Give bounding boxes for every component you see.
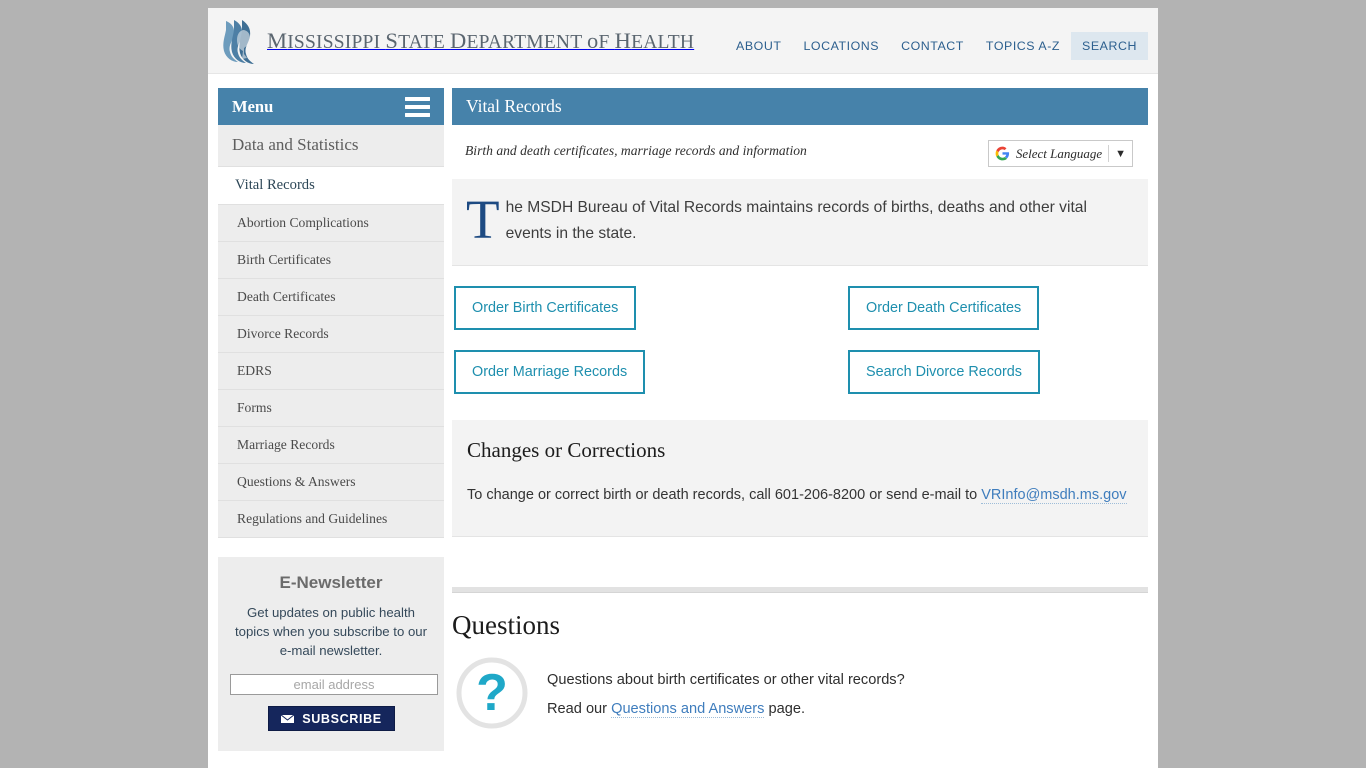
sidebar-section-title: Data and Statistics bbox=[218, 125, 444, 167]
questions-text-block: Questions about birth certificates or ot… bbox=[547, 657, 905, 726]
questions-line-2: Read our Questions and Answers page. bbox=[547, 697, 905, 722]
questions-section: Questions ? Questions about birth certif… bbox=[452, 593, 1148, 729]
translate-selected-language: Select Language bbox=[1015, 145, 1103, 161]
questions-line-2-suffix: page. bbox=[764, 701, 805, 717]
sidebar-item-label[interactable]: Forms bbox=[218, 390, 444, 427]
changes-corrections-heading: Changes or Corrections bbox=[467, 438, 666, 462]
changes-corrections-body: To change or correct birth or death reco… bbox=[467, 483, 1130, 508]
search-divorce-records-button[interactable]: Search Divorce Records bbox=[848, 350, 1040, 394]
chevron-down-icon[interactable]: ▼ bbox=[1115, 148, 1129, 160]
google-logo-icon bbox=[995, 146, 1009, 161]
newsletter-email-input[interactable] bbox=[230, 674, 438, 695]
changes-corrections-panel: Changes or Corrections To change or corr… bbox=[452, 420, 1148, 537]
sidebar-menu-label: Menu bbox=[232, 96, 274, 116]
nav-item-contact[interactable]: CONTACT bbox=[890, 32, 975, 60]
sidebar-item-divorce-records[interactable]: Divorce Records bbox=[218, 316, 444, 353]
hamburger-icon[interactable] bbox=[405, 96, 430, 117]
main-content: Vital Records Birth and death certificat… bbox=[452, 88, 1148, 729]
questions-line-2-prefix: Read our bbox=[547, 701, 612, 717]
nav-item-topics-a-z[interactable]: TOPICS A-Z bbox=[975, 32, 1071, 60]
site-header: MISSISSIPPI STATE DEPARTMENT oF HEALTH A… bbox=[208, 8, 1158, 74]
sidebar-item-edrs[interactable]: EDRS bbox=[218, 353, 444, 390]
newsletter-signup: E-Newsletter Get updates on public healt… bbox=[218, 557, 444, 751]
newsletter-description: Get updates on public health topics when… bbox=[234, 605, 428, 658]
site-logo-link[interactable]: MISSISSIPPI STATE DEPARTMENT oF HEALTH bbox=[222, 18, 694, 64]
sidebar-item-death-certificates[interactable]: Death Certificates bbox=[218, 279, 444, 316]
intro-paragraph: The MSDH Bureau of Vital Records maintai… bbox=[466, 189, 1132, 250]
envelope-icon bbox=[280, 713, 296, 724]
order-birth-certificates-button[interactable]: Order Birth Certificates bbox=[454, 286, 637, 330]
sidebar-item-vital-records[interactable]: Vital Records bbox=[218, 167, 444, 205]
subheading-row: Birth and death certificates, marriage r… bbox=[452, 125, 1148, 177]
newsletter-title: E-Newsletter bbox=[279, 573, 383, 592]
nav-item-search[interactable]: SEARCH bbox=[1071, 32, 1148, 60]
order-death-certificates-button[interactable]: Order Death Certificates bbox=[848, 286, 1040, 330]
questions-line-1: Questions about birth certificates or ot… bbox=[547, 672, 905, 688]
sidebar-item-forms[interactable]: Forms bbox=[218, 390, 444, 427]
intro-panel: The MSDH Bureau of Vital Records maintai… bbox=[452, 179, 1148, 266]
sidebar-item-label[interactable]: Abortion Complications bbox=[218, 205, 444, 242]
msdh-logo-icon bbox=[223, 20, 254, 64]
nav-item-locations[interactable]: LOCATIONS bbox=[792, 32, 890, 60]
svg-text:?: ? bbox=[476, 664, 508, 722]
sidebar-menu-toggle[interactable]: Menu bbox=[218, 88, 444, 125]
questions-row: ? Questions about birth certificates or … bbox=[452, 657, 1148, 729]
sidebar-item-label[interactable]: EDRS bbox=[218, 353, 444, 390]
sidebar: Menu Data and Statistics Vital Records A… bbox=[218, 88, 444, 751]
sidebar-item-marriage-records[interactable]: Marriage Records bbox=[218, 427, 444, 464]
questions-heading: Questions bbox=[452, 610, 560, 640]
action-button-grid: Order Birth Certificates Order Death Cer… bbox=[452, 266, 1148, 394]
sidebar-item-label[interactable]: Birth Certificates bbox=[218, 242, 444, 279]
intro-text: he MSDH Bureau of Vital Records maintain… bbox=[505, 199, 1087, 242]
google-translate-widget[interactable]: Select Language ▼ bbox=[987, 140, 1133, 167]
sidebar-item-birth-certificates[interactable]: Birth Certificates bbox=[218, 242, 444, 279]
sidebar-item-questions-answers[interactable]: Questions & Answers bbox=[218, 464, 444, 501]
sidebar-item-label[interactable]: Divorce Records bbox=[218, 316, 444, 353]
page-title: Vital Records bbox=[466, 96, 562, 116]
nav-item-about[interactable]: ABOUT bbox=[725, 32, 792, 60]
newsletter-subscribe-label: SUBSCRIBE bbox=[302, 711, 382, 726]
sidebar-item-regulations-and-guidelines[interactable]: Regulations and Guidelines bbox=[218, 501, 444, 538]
questions-and-answers-link[interactable]: Questions and Answers bbox=[611, 701, 765, 718]
translate-separator bbox=[1108, 145, 1110, 162]
page-subtitle: Birth and death certificates, marriage r… bbox=[465, 143, 807, 158]
sidebar-item-label[interactable]: Questions & Answers bbox=[218, 464, 444, 501]
sidebar-item-label[interactable]: Vital Records bbox=[218, 167, 444, 205]
newsletter-subscribe-button[interactable]: SUBSCRIBE bbox=[267, 706, 395, 731]
site-brand-text: MISSISSIPPI STATE DEPARTMENT oF HEALTH bbox=[267, 28, 695, 53]
sidebar-nav-list: Vital Records Abortion Complications Bir… bbox=[218, 167, 444, 538]
sidebar-item-label[interactable]: Regulations and Guidelines bbox=[218, 501, 444, 538]
question-mark-icon: ? bbox=[456, 657, 528, 729]
order-marriage-records-button[interactable]: Order Marriage Records bbox=[454, 350, 646, 394]
changes-corrections-text: To change or correct birth or death reco… bbox=[467, 487, 982, 503]
intro-dropcap: T bbox=[466, 189, 500, 250]
sidebar-item-label[interactable]: Marriage Records bbox=[218, 427, 444, 464]
sidebar-item-abortion-complications[interactable]: Abortion Complications bbox=[218, 205, 444, 242]
sidebar-item-label[interactable]: Death Certificates bbox=[218, 279, 444, 316]
page-container: MISSISSIPPI STATE DEPARTMENT oF HEALTH A… bbox=[208, 8, 1158, 768]
vital-records-email-link[interactable]: VRInfo@msdh.ms.gov bbox=[981, 487, 1127, 504]
page-banner: Vital Records bbox=[452, 88, 1148, 125]
top-navigation: ABOUT LOCATIONS CONTACT TOPICS A-Z SEARC… bbox=[725, 32, 1148, 60]
